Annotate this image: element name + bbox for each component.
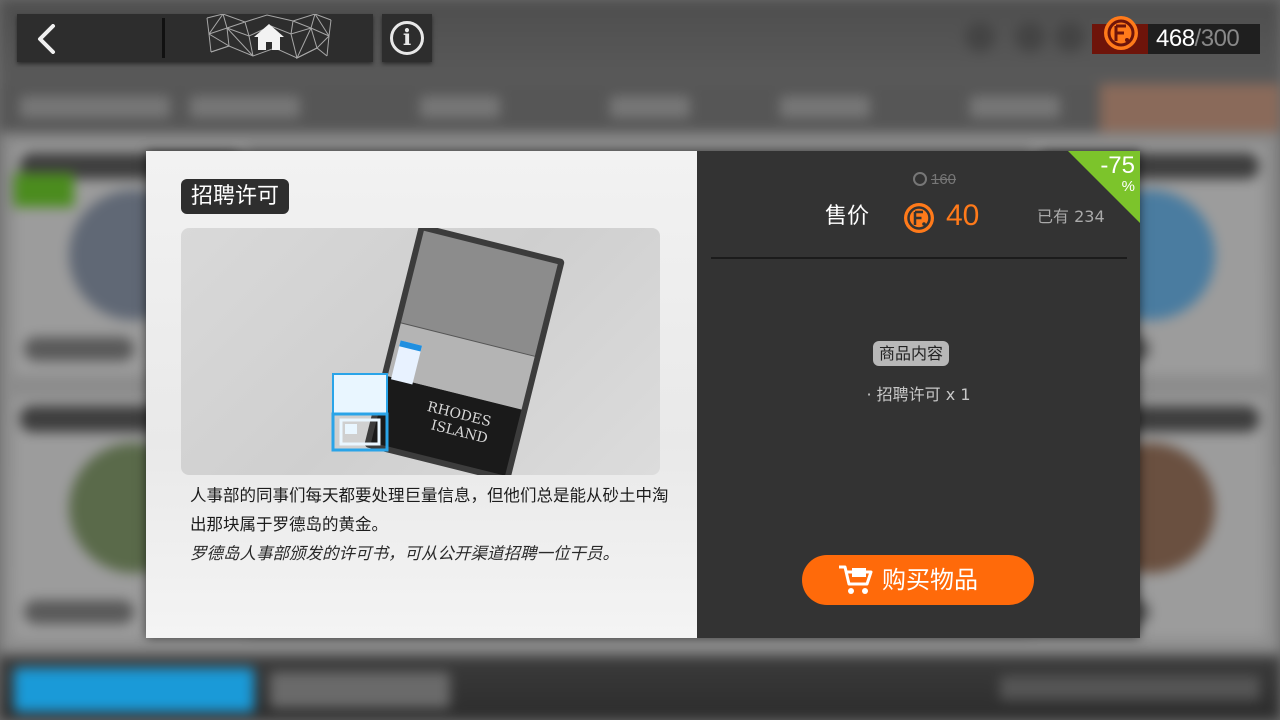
buy-button[interactable]: 购买物品 [802, 555, 1034, 605]
back-button[interactable] [17, 14, 163, 62]
commendation-coin-icon [1104, 16, 1138, 50]
contents-title: 商品内容 [873, 341, 950, 366]
commendation-coin-icon [904, 203, 934, 233]
mini-coin-icon [913, 172, 927, 186]
price-value: 40 [946, 199, 980, 232]
recruitment-permit-icon: RHODES ISLAND [331, 228, 565, 475]
nav-divider [162, 18, 165, 58]
price-divider [711, 257, 1127, 259]
item-flavor-text: 罗德岛人事部颁发的许可书，可从公开渠道招聘一位干员。 [190, 544, 619, 563]
item-name: 招聘许可 [181, 179, 290, 214]
discount-text: -75 % [1085, 153, 1135, 195]
original-price-value: 160 [931, 171, 957, 188]
currency-value: 468/300 [1156, 24, 1240, 54]
discount-value: -75 [1100, 152, 1135, 179]
discount-sign: % [1121, 178, 1135, 195]
purchase-dialog: 招聘许可 RHODES ISLAND 人事部的同事们每天都要处理巨量信息，但他们… [146, 151, 1140, 638]
item-description-block: 人事部的同事们每天都要处理巨量信息，但他们总是能从砂土中淘出那块属于罗德岛的黄金… [190, 481, 670, 568]
original-price: 160 [913, 171, 956, 188]
currency-icon-box [1092, 16, 1148, 54]
buy-button-label: 购买物品 [882, 566, 978, 594]
item-detail-panel: 招聘许可 RHODES ISLAND 人事部的同事们每天都要处理巨量信息，但他们… [146, 151, 697, 638]
currency-max: 300 [1200, 25, 1240, 52]
owned-count: 已有 234 [1037, 207, 1105, 226]
item-description: 人事部的同事们每天都要处理巨量信息，但他们总是能从砂土中淘出那块属于罗德岛的黄金… [190, 486, 669, 534]
home-icon [254, 24, 284, 50]
home-button[interactable] [167, 14, 373, 62]
info-icon: i [390, 21, 424, 55]
chevron-left-icon [38, 24, 55, 54]
top-nav-bar [17, 14, 373, 62]
info-button[interactable]: i [382, 14, 432, 62]
purchase-panel: -75 % 160 售价 40 已有 234 商品内容 · 招聘许可 x 1 购… [697, 151, 1140, 638]
currency-current: 468 [1156, 25, 1195, 52]
contents-item: · 招聘许可 x 1 [866, 385, 971, 404]
item-image: RHODES ISLAND [181, 228, 660, 475]
price-label: 售价 [825, 204, 870, 229]
shopping-cart-icon [839, 565, 873, 594]
currency-display: 468/300 [1092, 16, 1260, 54]
